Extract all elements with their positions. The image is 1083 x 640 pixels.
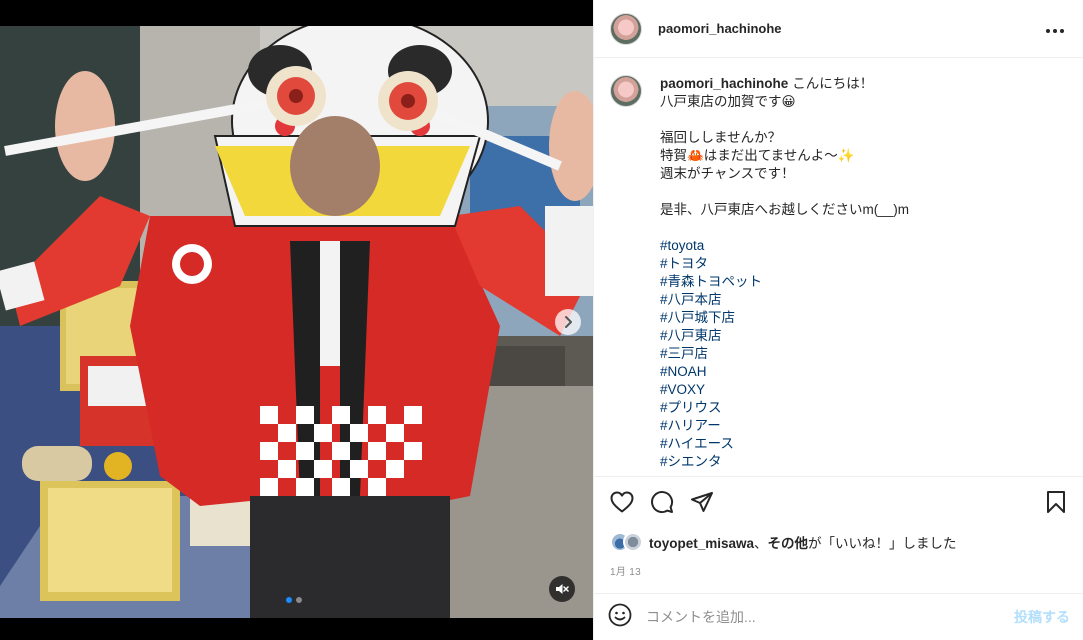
likes-others-link[interactable]: その他 (768, 536, 809, 551)
caption-line (660, 111, 909, 129)
likes-text: toyopet_misawa、その他が「いいね！」しました (649, 532, 957, 552)
speaker-muted-icon (556, 584, 569, 594)
hashtag-link[interactable]: #青森トヨペット (660, 273, 909, 291)
hashtag-link[interactable]: #八戸城下店 (660, 309, 909, 327)
likes-suffix: が「いいね！」しました (808, 536, 957, 551)
carousel-dot-active (286, 597, 292, 603)
liker-avatar[interactable] (623, 532, 643, 552)
heart-icon (610, 491, 634, 512)
comment-icon (651, 490, 674, 513)
caption-line: こんにちは！ (792, 76, 874, 91)
post-photo[interactable] (0, 26, 593, 618)
caption-line: 特賀🦀はまだ出てませんよ〜✨ (660, 148, 855, 163)
caption-username[interactable]: paomori_hachinohe (660, 76, 788, 91)
carousel-next-button[interactable] (555, 309, 581, 335)
likes-separator: 、 (754, 536, 768, 551)
mute-button[interactable] (549, 576, 575, 602)
post-comment-button[interactable]: 投稿する (1014, 607, 1070, 627)
caption-first-line: paomori_hachinohe こんにちは！ (660, 75, 909, 93)
bookmark-icon (1047, 490, 1065, 513)
hashtag-link[interactable]: #三戸店 (660, 345, 909, 363)
comment-button[interactable] (648, 488, 676, 516)
likes-summary: toyopet_misawa、その他が「いいね！」しました (610, 532, 957, 552)
caption-line (660, 183, 909, 201)
comment-input[interactable] (646, 609, 986, 625)
hashtag-link[interactable]: #八戸東店 (660, 327, 909, 345)
caption-line: 是非、八戸東店へお越しくださいm(__)m (660, 202, 909, 217)
post-date[interactable]: 1月 13 (610, 563, 641, 578)
costume-person-image (0, 26, 593, 618)
action-bar (594, 476, 1083, 526)
hashtag-link[interactable]: #八戸本店 (660, 291, 909, 309)
chevron-right-icon (565, 316, 572, 328)
comments-section[interactable]: paomori_hachinohe こんにちは！ 八戸東店の加賀です😀 福回ししま… (594, 59, 1083, 475)
hashtag-link[interactable]: #ハリアー (660, 417, 909, 435)
carousel-indicator (286, 597, 302, 603)
more-options-button[interactable] (1043, 18, 1067, 39)
hashtag-link[interactable]: #プリウス (660, 399, 909, 417)
caption-avatar[interactable] (610, 75, 642, 107)
emoji-icon (608, 603, 632, 626)
send-icon (691, 491, 713, 512)
add-comment-bar: 投稿する (594, 593, 1083, 640)
post-media[interactable] (0, 0, 593, 640)
caption-line (660, 219, 909, 237)
caption-text: paomori_hachinohe こんにちは！ 八戸東店の加賀です😀 福回ししま… (660, 75, 909, 471)
share-button[interactable] (688, 488, 716, 516)
post-caption: paomori_hachinohe こんにちは！ 八戸東店の加賀です😀 福回ししま… (610, 75, 1068, 471)
hashtag-link[interactable]: #ハイエース (660, 435, 909, 453)
hashtag-link[interactable]: #シエンタ (660, 453, 909, 471)
post-panel: paomori_hachinohe paomori_hachinohe こんにちは… (593, 0, 1083, 640)
hashtag-link[interactable]: #NOAH (660, 363, 909, 381)
carousel-dot (296, 597, 302, 603)
hashtag-link[interactable]: #VOXY (660, 381, 909, 399)
caption-line: 福回ししませんか？ (660, 130, 782, 145)
caption-line: 週末がチャンスです！ (660, 166, 795, 181)
more-horizontal-icon (1046, 29, 1064, 33)
avatar[interactable] (610, 12, 642, 45)
emoji-button[interactable] (608, 603, 632, 632)
hashtag-link[interactable]: #toyota (660, 237, 909, 255)
like-button[interactable] (608, 488, 636, 516)
header-username[interactable]: paomori_hachinohe (658, 21, 782, 36)
caption-line: 八戸東店の加賀です😀 (660, 94, 796, 109)
post-header: paomori_hachinohe (594, 0, 1083, 58)
hashtag-link[interactable]: #トヨタ (660, 255, 909, 273)
save-button[interactable] (1042, 488, 1070, 516)
liker-username[interactable]: toyopet_misawa (649, 536, 754, 551)
